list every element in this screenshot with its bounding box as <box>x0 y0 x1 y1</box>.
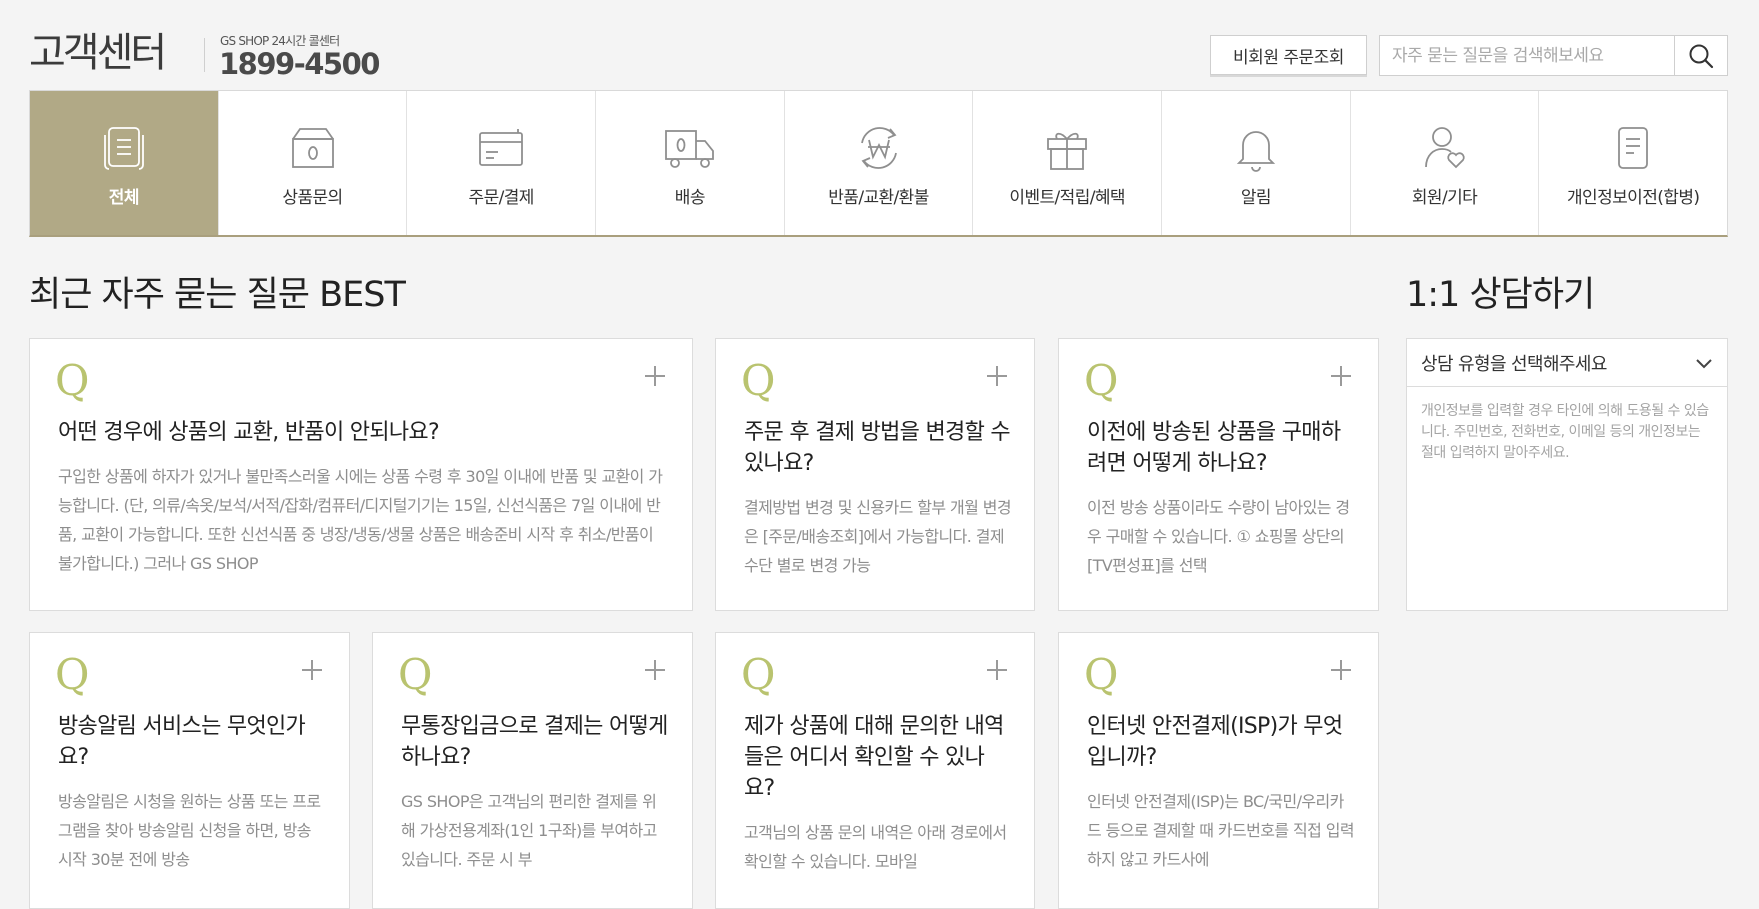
tab-product-inquiry[interactable]: 상품문의 <box>219 91 408 235</box>
search-button[interactable] <box>1674 36 1727 75</box>
faq-question: 이전에 방송된 상품을 구매하려면 어떻게 하나요? <box>1087 420 1341 476</box>
tab-privacy-transfer[interactable]: 개인정보이전(합병) <box>1539 91 1727 235</box>
faq-card[interactable]: Q 어떤 경우에 상품의 교환, 반품이 안되나요? 구입한 상품에 하자가 있… <box>29 338 693 611</box>
faq-question: 어떤 경우에 상품의 교환, 반품이 안되나요? <box>58 420 440 445</box>
tab-event-points-benefit[interactable]: 이벤트/적립/혜택 <box>973 91 1163 235</box>
faq-answer-preview: 결제방법 변경 및 신용카드 할부 개월 변경은 [주문/배송조회]에서 가능합… <box>744 498 1012 575</box>
q-mark: Q <box>55 650 90 699</box>
logo-divider <box>204 38 205 72</box>
q-mark: Q <box>1084 356 1119 405</box>
consult-type-select[interactable]: 상담 유형을 선택해주세요 <box>1407 339 1727 387</box>
faq-answer-preview: 방송알림은 시청을 원하는 상품 또는 프로그램을 찾아 방송알림 신청을 하면… <box>58 792 321 869</box>
document-list-icon <box>103 127 144 170</box>
callcenter-phone: 1899-4500 <box>219 47 380 81</box>
plus-icon[interactable] <box>1330 365 1352 387</box>
faq-card[interactable]: Q 이전에 방송된 상품을 구매하려면 어떻게 하나요? 이전 방송 상품이라도… <box>1058 338 1379 611</box>
plus-icon[interactable] <box>1330 659 1352 681</box>
faq-question: 인터넷 안전결제(ISP)가 무엇입니까? <box>1087 714 1343 770</box>
callcenter-subtitle: GS SHOP 24시간 콜센터 <box>220 34 340 48</box>
faq-answer-preview: 구입한 상품에 하자가 있거나 불만족스러울 시에는 상품 수령 후 30일 이… <box>58 467 663 573</box>
faq-section-title: 최근 자주 묻는 질문 BEST <box>29 275 406 315</box>
customer-center-title[interactable]: 고객센터 <box>29 30 167 76</box>
tab-label: 이벤트/적립/혜택 <box>1009 188 1125 208</box>
tab-label: 전체 <box>108 188 140 208</box>
bell-icon <box>1236 131 1276 172</box>
document-icon <box>1618 127 1649 169</box>
plus-icon[interactable] <box>986 365 1008 387</box>
privacy-warning: 개인정보를 입력할 경우 타인에 의해 도용될 수 있습니다. 주민번호, 전화… <box>1421 403 1709 461</box>
faq-card[interactable]: Q 주문 후 결제 방법을 변경할 수 있나요? 결제방법 변경 및 신용카드 … <box>715 338 1035 611</box>
q-mark: Q <box>1084 650 1119 699</box>
faq-search-box <box>1379 35 1728 76</box>
chevron-down-icon <box>1696 358 1712 368</box>
won-refresh-icon <box>860 127 897 169</box>
faq-card[interactable]: Q 제가 상품에 대해 문의한 내역들은 어디서 확인할 수 있나요? 고객님의… <box>715 632 1035 909</box>
faq-question: 제가 상품에 대해 문의한 내역들은 어디서 확인할 수 있나요? <box>744 714 1004 801</box>
faq-question: 방송알림 서비스는 무엇인가요? <box>58 714 306 770</box>
consult-panel: 상담 유형을 선택해주세요 개인정보를 입력할 경우 타인에 의해 도용될 수 … <box>1406 338 1728 611</box>
tab-label: 배송 <box>674 188 706 208</box>
gift-icon <box>1047 132 1088 170</box>
truck-icon <box>664 130 714 168</box>
faq-question: 주문 후 결제 방법을 변경할 수 있나요? <box>744 420 1011 476</box>
faq-answer-preview: 인터넷 안전결제(ISP)는 BC/국민/우리카드 등으로 결제할 때 카드번호… <box>1087 792 1355 869</box>
q-mark: Q <box>55 356 90 405</box>
consult-section-title: 1:1 상담하기 <box>1406 275 1595 315</box>
category-tabs: 전체 상품문의 주문/결제 배송 반품/교환/환불 이벤트/적립/혜택 알림 회… <box>29 90 1728 237</box>
faq-card[interactable]: Q 인터넷 안전결제(ISP)가 무엇입니까? 인터넷 안전결제(ISP)는 B… <box>1058 632 1379 909</box>
tab-member-etc[interactable]: 회원/기타 <box>1351 91 1540 235</box>
faq-card[interactable]: Q 방송알림 서비스는 무엇인가요? 방송알림은 시청을 원하는 상품 또는 프… <box>29 632 350 909</box>
tab-label: 알림 <box>1240 188 1272 208</box>
tab-order-payment[interactable]: 주문/결제 <box>407 91 597 235</box>
tab-label: 상품문의 <box>282 188 343 208</box>
faq-question: 무통장입금으로 결제는 어떻게 하나요? <box>401 714 668 770</box>
search-icon <box>1689 44 1714 68</box>
tab-all[interactable]: 전체 <box>30 91 219 235</box>
tab-return-exchange-refund[interactable]: 반품/교환/환불 <box>785 91 974 235</box>
plus-icon[interactable] <box>986 659 1008 681</box>
tab-delivery[interactable]: 배송 <box>596 91 785 235</box>
tab-notification[interactable]: 알림 <box>1162 91 1351 235</box>
plus-icon[interactable] <box>301 659 323 681</box>
card-icon <box>479 129 524 166</box>
faq-answer-preview: GS SHOP은 고객님의 편리한 결제를 위해 가상전용계좌(1인 1구좌)를… <box>401 792 657 869</box>
tab-label: 개인정보이전(합병) <box>1567 188 1700 208</box>
plus-icon[interactable] <box>644 365 666 387</box>
faq-answer-preview: 고객님의 상품 문의 내역은 아래 경로에서 확인할 수 있습니다. 모바일 <box>744 823 1007 871</box>
tab-label: 반품/교환/환불 <box>828 188 929 208</box>
guest-order-button[interactable]: 비회원 주문조회 <box>1210 35 1367 75</box>
header: 고객센터 GS SHOP 24시간 콜센터 1899-4500 비회원 주문조회 <box>29 28 1728 82</box>
tab-label: 회원/기타 <box>1411 188 1478 208</box>
q-mark: Q <box>741 356 776 405</box>
user-heart-icon <box>1424 127 1465 169</box>
faq-answer-preview: 이전 방송 상품이라도 수량이 남아있는 경우 구매할 수 있습니다. ① 쇼핑… <box>1087 498 1350 575</box>
faq-search-input[interactable] <box>1380 36 1674 75</box>
consult-type-label: 상담 유형을 선택해주세요 <box>1421 353 1607 375</box>
faq-card[interactable]: Q 무통장입금으로 결제는 어떻게 하나요? GS SHOP은 고객님의 편리한… <box>372 632 693 909</box>
q-mark: Q <box>398 650 433 699</box>
box-icon <box>291 128 334 168</box>
q-mark: Q <box>741 650 776 699</box>
plus-icon[interactable] <box>644 659 666 681</box>
tab-label: 주문/결제 <box>468 188 535 208</box>
